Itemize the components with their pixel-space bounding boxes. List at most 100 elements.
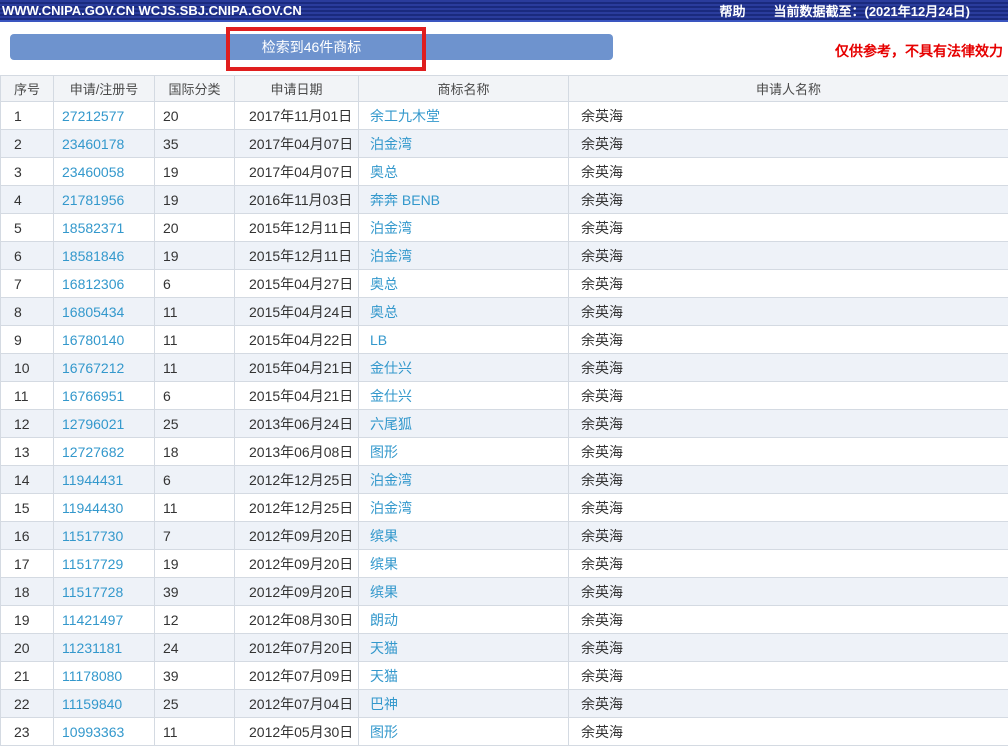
table-row: 6 18581846 19 2015年12月11日 泊金湾 余英海: [1, 242, 1008, 270]
trademark-name-link[interactable]: 缤果: [370, 584, 398, 600]
registration-number-link[interactable]: 16780140: [62, 332, 124, 348]
registration-number-link[interactable]: 12727682: [62, 444, 124, 460]
registration-number-link[interactable]: 11178080: [62, 668, 122, 684]
row-index-cell: 23: [1, 718, 54, 746]
registration-number-link[interactable]: 27212577: [62, 108, 124, 124]
registration-number-link[interactable]: 16766951: [62, 388, 124, 404]
trademark-name-link[interactable]: 巴神: [370, 696, 398, 712]
table-row: 9 16780140 11 2015年04月22日 LB 余英海: [1, 326, 1008, 354]
applicant-name-cell: 余英海: [569, 466, 1008, 494]
row-index-cell: 22: [1, 690, 54, 718]
application-date-cell: 2012年07月09日: [235, 662, 359, 690]
help-link[interactable]: 帮助: [719, 1, 745, 20]
row-index-cell: 6: [1, 242, 54, 270]
registration-number-link[interactable]: 12796021: [62, 416, 124, 432]
trademark-name-link[interactable]: 天猫: [370, 668, 398, 684]
registration-number-link[interactable]: 10993363: [62, 724, 124, 740]
site-title: WWW.CNIPA.GOV.CN WCJS.SBJ.CNIPA.GOV.CN: [2, 3, 302, 18]
application-date-cell: 2012年09月20日: [235, 522, 359, 550]
trademark-name-link[interactable]: 缤果: [370, 556, 398, 572]
trademark-name-link[interactable]: 奥总: [370, 164, 398, 180]
table-row: 1 27212577 20 2017年11月01日 余工九木堂 余英海: [1, 102, 1008, 130]
application-date-cell: 2017年04月07日: [235, 158, 359, 186]
trademark-name-link[interactable]: 金仕兴: [370, 388, 412, 404]
application-date-cell: 2017年11月01日: [235, 102, 359, 130]
trademark-name-link[interactable]: 图形: [370, 724, 398, 740]
trademark-name-link[interactable]: 泊金湾: [370, 136, 412, 152]
registration-number-link[interactable]: 11944431: [62, 472, 123, 488]
trademark-name-link[interactable]: 泊金湾: [370, 472, 412, 488]
applicant-name-cell: 余英海: [569, 662, 1008, 690]
table-row: 18 11517728 39 2012年09月20日 缤果 余英海: [1, 578, 1008, 606]
registration-number-link[interactable]: 11517730: [62, 528, 123, 544]
trademark-name-link[interactable]: 六尾狐: [370, 416, 412, 432]
row-index-cell: 7: [1, 270, 54, 298]
trademark-name-link[interactable]: 金仕兴: [370, 360, 412, 376]
registration-number-link[interactable]: 11944430: [62, 500, 123, 516]
intl-class-cell: 25: [155, 410, 235, 438]
row-index-cell: 14: [1, 466, 54, 494]
intl-class-cell: 20: [155, 102, 235, 130]
row-index-cell: 11: [1, 382, 54, 410]
row-index-cell: 15: [1, 494, 54, 522]
registration-number-link[interactable]: 11517729: [62, 556, 123, 572]
trademark-name-link[interactable]: 泊金湾: [370, 500, 412, 516]
trademark-name-link[interactable]: 奔奔 BENB: [370, 192, 440, 208]
registration-number-link[interactable]: 18582371: [62, 220, 124, 236]
application-date-cell: 2012年09月20日: [235, 578, 359, 606]
applicant-name-cell: 余英海: [569, 130, 1008, 158]
applicant-name-cell: 余英海: [569, 270, 1008, 298]
trademark-name-link[interactable]: 泊金湾: [370, 248, 412, 264]
registration-number-link[interactable]: 23460058: [62, 164, 124, 180]
registration-number-link[interactable]: 16767212: [62, 360, 124, 376]
results-table: 序号 申请/注册号 国际分类 申请日期 商标名称 申请人名称 1 2721257…: [0, 75, 1008, 746]
row-index-cell: 21: [1, 662, 54, 690]
applicant-name-cell: 余英海: [569, 410, 1008, 438]
trademark-name-link[interactable]: 缤果: [370, 528, 398, 544]
table-row: 20 11231181 24 2012年07月20日 天猫 余英海: [1, 634, 1008, 662]
intl-class-cell: 11: [155, 494, 235, 522]
trademark-name-link[interactable]: 余工九木堂: [370, 108, 440, 124]
registration-number-link[interactable]: 18581846: [62, 248, 124, 264]
row-index-cell: 2: [1, 130, 54, 158]
header-applicant: 申请人名称: [569, 76, 1008, 102]
intl-class-cell: 6: [155, 270, 235, 298]
registration-number-link[interactable]: 11159840: [62, 696, 122, 712]
applicant-name-cell: 余英海: [569, 214, 1008, 242]
top-bar: WWW.CNIPA.GOV.CN WCJS.SBJ.CNIPA.GOV.CN 帮…: [0, 0, 1008, 22]
trademark-name-link[interactable]: 奥总: [370, 276, 398, 292]
registration-number-link[interactable]: 11231181: [62, 640, 122, 656]
applicant-name-cell: 余英海: [569, 494, 1008, 522]
applicant-name-cell: 余英海: [569, 690, 1008, 718]
table-row: 14 11944431 6 2012年12月25日 泊金湾 余英海: [1, 466, 1008, 494]
intl-class-cell: 11: [155, 718, 235, 746]
application-date-cell: 2012年12月25日: [235, 494, 359, 522]
registration-number-link[interactable]: 11421497: [62, 612, 123, 628]
applicant-name-cell: 余英海: [569, 186, 1008, 214]
trademark-name-link[interactable]: LB: [370, 332, 387, 348]
registration-number-link[interactable]: 11517728: [62, 584, 123, 600]
row-index-cell: 4: [1, 186, 54, 214]
registration-number-link[interactable]: 16805434: [62, 304, 124, 320]
intl-class-cell: 12: [155, 606, 235, 634]
registration-number-link[interactable]: 23460178: [62, 136, 124, 152]
row-index-cell: 17: [1, 550, 54, 578]
application-date-cell: 2017年04月07日: [235, 130, 359, 158]
header-app-date: 申请日期: [235, 76, 359, 102]
applicant-name-cell: 余英海: [569, 550, 1008, 578]
applicant-name-cell: 余英海: [569, 606, 1008, 634]
row-index-cell: 18: [1, 578, 54, 606]
results-count-banner[interactable]: 检索到46件商标: [10, 34, 613, 60]
trademark-name-link[interactable]: 朗动: [370, 612, 398, 628]
registration-number-link[interactable]: 16812306: [62, 276, 124, 292]
trademark-name-link[interactable]: 泊金湾: [370, 220, 412, 236]
row-index-cell: 10: [1, 354, 54, 382]
table-row: 22 11159840 25 2012年07月04日 巴神 余英海: [1, 690, 1008, 718]
trademark-name-link[interactable]: 奥总: [370, 304, 398, 320]
trademark-name-link[interactable]: 图形: [370, 444, 398, 460]
trademark-name-link[interactable]: 天猫: [370, 640, 398, 656]
header-tm-name: 商标名称: [359, 76, 569, 102]
applicant-name-cell: 余英海: [569, 438, 1008, 466]
registration-number-link[interactable]: 21781956: [62, 192, 124, 208]
header-intl-class: 国际分类: [155, 76, 235, 102]
